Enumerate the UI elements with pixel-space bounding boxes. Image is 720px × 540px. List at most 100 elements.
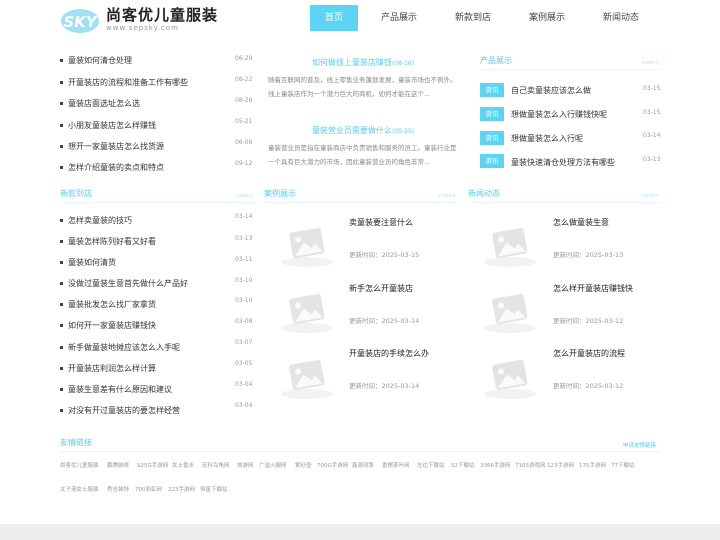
list-date: 05-21 [235,118,253,125]
friend-link[interactable]: 175手游网 [579,461,606,469]
list-item[interactable]: 童装如何清仓处理 [60,55,132,66]
list-item[interactable]: 童装店面选址怎么选 [60,98,140,109]
list-item[interactable]: 童装如何清货 [60,257,116,268]
list-date: 03-08 [235,318,253,325]
friend-link[interactable]: 太子港女士服装 [60,485,99,493]
more-link[interactable]: more+ [642,60,659,66]
friend-link[interactable]: 尚客优儿童服装 [60,461,99,469]
list-item[interactable]: 怎样介绍童装的卖点和特点 [60,162,164,173]
list-item[interactable]: 童装生意差有什么原因和建议 [60,384,172,395]
friend-link[interactable]: 广溢火腿网 [259,461,287,469]
friend-link[interactable]: 223手游网 [168,485,195,493]
friend-link[interactable]: 紫砂壶 [295,461,312,469]
image-placeholder-icon[interactable] [480,220,540,268]
news-title[interactable]: 怎么做童装生意 [553,217,609,228]
list-item[interactable]: 没做过童装生意首先做什么产品好 [60,278,188,289]
news-tag: 资讯 [480,107,504,121]
nav-news[interactable]: 新闻动态 [594,5,648,31]
footer-bar [0,524,720,540]
friend-link[interactable]: 鹏腾装修 [107,461,129,469]
friend-link[interactable]: 旅游网 [237,461,254,469]
more-link[interactable]: more+ [236,193,253,199]
section-title-cases[interactable]: 案例展示 [264,188,296,199]
section-title-news[interactable]: 新闻动态 [468,188,500,199]
list-item[interactable]: 怎样卖童装的技巧 [60,215,132,226]
friend-link[interactable]: 宏科鸟龟网 [202,461,230,469]
list-item[interactable]: 对没有开过童装店的要怎样经营 [60,405,180,416]
list-item[interactable]: 小朋友童装店怎么样赚钱 [60,120,156,131]
featured-desc: 随着互联网的普及，线上零售业务蓬勃发展，童装市场也不例外。线上童装店作为一个潜力… [268,76,457,98]
section-divider [468,202,660,203]
list-date: 08-22 [235,76,253,83]
apply-link[interactable]: 申请友情链接 [623,441,656,449]
nav-new-arrivals[interactable]: 新款到店 [446,5,500,31]
more-link[interactable]: more+ [642,193,659,199]
section-divider [60,451,660,452]
list-item[interactable]: 童装快速清仓处理方法有哪些 [511,157,615,168]
site-title[interactable]: 尚客优儿童服装 [106,4,218,25]
image-placeholder-icon[interactable] [480,286,540,334]
news-date: 更新时间：2025-03-12 [553,382,624,390]
nav-home[interactable]: 首页 [310,5,358,31]
list-item[interactable]: 想做童装怎么入行赚钱快呢 [511,109,607,120]
featured-title[interactable]: 童装营业员需要做什么(05-25) [268,125,458,136]
section-title-friend-links: 友情链接 [60,438,92,447]
featured-desc: 童装营业员是指在童装商店中负责销售和服务的员工。童装行业是一个具有巨大潜力的市场… [268,144,457,166]
list-item[interactable]: 开童装店利润怎么样计算 [60,363,156,374]
news-date: 更新时间：2025-03-13 [553,251,624,259]
friend-link[interactable]: 恒星下载站 [200,485,228,493]
list-date: 03-14 [235,213,253,220]
friend-link[interactable]: 700G手游网 [317,461,348,469]
list-date: 03-04 [235,381,253,388]
case-date: 更新时间：2025-03-14 [349,317,420,325]
friend-link[interactable]: 鑫源测泵 [352,461,374,469]
friend-link[interactable]: 左边下载站 [417,461,445,469]
friend-link[interactable]: 7165游戏网 [515,461,546,469]
list-date: 03-13 [235,235,253,242]
section-divider [480,69,660,70]
friend-link[interactable]: 3366手游网 [480,461,511,469]
featured-title[interactable]: 如何做线上童装店赚钱(08-16) [268,57,458,68]
list-item[interactable]: 开童装店的流程和准备工作有哪些 [60,77,188,88]
image-placeholder-icon[interactable] [277,286,337,334]
logo-badge[interactable]: SKY [60,6,100,34]
friend-link[interactable]: 香糯茶叶网 [382,461,410,469]
list-date: 06-29 [235,55,253,62]
list-date: 03-07 [235,339,253,346]
section-divider [264,202,457,203]
image-placeholder-icon[interactable] [277,352,337,400]
nav-cases[interactable]: 案例展示 [520,5,574,31]
friend-link[interactable]: 700彩虹网 [135,485,162,493]
news-title[interactable]: 怎么开童装店的流程 [553,348,625,359]
list-item[interactable]: 自己卖童装应该怎么做 [511,85,591,96]
list-item[interactable]: 如何开一家童装店赚钱快 [60,320,156,331]
list-date: 03-11 [235,256,253,263]
site-url: www.sepsky.com [106,24,179,32]
image-placeholder-icon[interactable] [480,352,540,400]
friend-link[interactable]: 女士香水 [172,461,194,469]
list-date: 03-05 [235,360,253,367]
case-title[interactable]: 新手怎么开童装店 [349,283,413,294]
list-item[interactable]: 新手做童装地摊应该怎么入手呢 [60,342,180,353]
news-title[interactable]: 怎么样开童装店赚钱快 [553,283,633,294]
case-title[interactable]: 开童装店的手续怎么办 [349,348,429,359]
more-link[interactable]: more+ [439,193,456,199]
nav-products[interactable]: 产品展示 [372,5,426,31]
friend-link[interactable]: 52下载站 [451,461,475,469]
list-date: 08-26 [235,97,253,104]
list-item[interactable]: 童装批发怎么找厂家拿货 [60,299,156,310]
list-item[interactable]: 想做童装怎么入行呢 [511,133,583,144]
case-title[interactable]: 卖童装要注意什么 [349,217,413,228]
list-item[interactable]: 童装怎样陈列好看又好看 [60,236,156,247]
friend-link[interactable]: 925G手游网 [137,461,168,469]
friend-link[interactable]: 77下载站 [611,461,635,469]
news-tag: 资讯 [480,83,504,97]
friend-link[interactable]: 123手游网 [547,461,574,469]
logo-badge-text: SKY [63,13,98,31]
friend-link[interactable]: 秀吉装饰 [107,485,129,493]
list-item[interactable]: 想开一家童装店怎么找货源 [60,141,164,152]
section-title-new-arrivals[interactable]: 新款到店 [60,188,92,199]
news-tag: 资讯 [480,131,504,145]
image-placeholder-icon[interactable] [277,220,337,268]
section-title-products[interactable]: 产品展示 [480,55,512,66]
